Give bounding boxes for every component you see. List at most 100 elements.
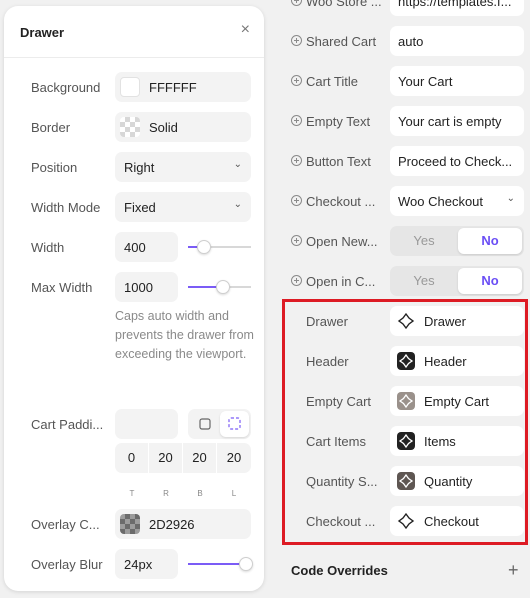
overlay-color-value: 2D2926: [149, 517, 195, 532]
cart-padding-sides: 0 20 20 20: [115, 443, 251, 473]
open-in-toggle[interactable]: Yes No: [390, 266, 524, 296]
shared-cart-input[interactable]: auto: [390, 26, 524, 56]
button-text-label: Button Text: [306, 154, 371, 169]
cart-title-row: Cart Title Your Cart: [276, 66, 530, 96]
width-input[interactable]: 400: [115, 232, 178, 262]
width-mode-label: Width Mode: [31, 200, 101, 215]
woo-store-value: https://templates.f...: [398, 0, 512, 9]
position-select[interactable]: Right ⌄: [115, 152, 251, 182]
position-label: Position: [31, 160, 78, 175]
width-slider[interactable]: [188, 240, 251, 254]
overlay-blur-label: Overlay Blur: [31, 557, 103, 572]
border-value: Solid: [149, 120, 178, 135]
border-row: Border Solid: [0, 112, 260, 142]
panel-header: Drawer ×: [4, 6, 264, 58]
padding-caption-right: R: [163, 489, 169, 498]
padding-sides-icon: [228, 417, 241, 430]
padding-caption-bottom: B: [197, 489, 203, 498]
shared-cart-label: Shared Cart: [306, 34, 377, 49]
border-label: Border: [31, 120, 71, 135]
max-width-row: Max Width 1000: [0, 272, 260, 302]
open-new-no[interactable]: No: [458, 228, 522, 254]
plus-circle-icon[interactable]: [291, 35, 302, 46]
padding-caption-left: L: [231, 489, 237, 498]
overlay-color-field[interactable]: 2D2926: [115, 509, 251, 539]
woo-store-input[interactable]: https://templates.f...: [390, 0, 524, 16]
max-width-slider[interactable]: [188, 280, 251, 294]
width-value: 400: [124, 240, 146, 255]
highlight-box: [282, 299, 528, 545]
background-swatch[interactable]: [120, 77, 140, 97]
open-new-row: Open New... Yes No: [276, 226, 530, 256]
checkout-select[interactable]: Woo Checkout ⌄: [390, 186, 524, 216]
padding-left-input[interactable]: 20: [217, 443, 251, 473]
button-text-row: Button Text Proceed to Check...: [276, 146, 530, 176]
overlay-color-row: Overlay C... 2D2926: [0, 509, 260, 539]
cart-title-input[interactable]: Your Cart: [390, 66, 524, 96]
position-row: Position Right ⌄: [0, 152, 260, 182]
shared-cart-row: Shared Cart auto: [276, 26, 530, 56]
checkout-value: Woo Checkout: [398, 194, 484, 209]
add-override-icon[interactable]: +: [508, 560, 519, 581]
plus-circle-icon[interactable]: [291, 275, 302, 286]
padding-caption-top: T: [129, 489, 135, 498]
padding-individual-option[interactable]: [220, 411, 249, 437]
woo-store-label: Woo Store ...: [306, 0, 382, 9]
overlay-blur-slider[interactable]: [188, 557, 253, 571]
open-new-label: Open New...: [306, 234, 378, 249]
square-icon: [199, 418, 211, 430]
width-slider-handle[interactable]: [196, 240, 211, 254]
button-text-value: Proceed to Check...: [398, 154, 513, 169]
open-new-yes[interactable]: Yes: [392, 228, 456, 254]
overlay-color-swatch[interactable]: [120, 514, 140, 534]
plus-circle-icon[interactable]: [291, 115, 302, 126]
cart-title-label: Cart Title: [306, 74, 359, 89]
checkout-row: Checkout ... Woo Checkout ⌄: [276, 186, 530, 216]
max-width-value: 1000: [124, 280, 153, 295]
code-overrides-title: Code Overrides: [291, 563, 388, 578]
button-text-input[interactable]: Proceed to Check...: [390, 146, 524, 176]
chevron-down-icon: ⌄: [506, 193, 515, 204]
empty-text-input[interactable]: Your cart is empty: [390, 106, 524, 136]
plus-circle-icon[interactable]: [291, 155, 302, 166]
padding-mode-toggle[interactable]: [188, 409, 251, 439]
max-width-input[interactable]: 1000: [115, 272, 178, 302]
open-in-row: Open in C... Yes No: [276, 266, 530, 296]
plus-circle-icon[interactable]: [291, 195, 302, 206]
width-row: Width 400: [0, 232, 260, 262]
empty-text-row: Empty Text Your cart is empty: [276, 106, 530, 136]
chevron-down-icon: ⌄: [233, 159, 242, 170]
background-row: Background FFFFFF: [0, 72, 260, 102]
max-width-help-text: Caps auto width and prevents the drawer …: [115, 309, 254, 361]
padding-bottom-input[interactable]: 20: [183, 443, 217, 473]
empty-text-label: Empty Text: [306, 114, 371, 129]
overlay-blur-slider-fill: [188, 563, 246, 565]
overlay-blur-row: Overlay Blur 24px: [0, 549, 260, 579]
padding-uniform-option[interactable]: [190, 411, 219, 437]
border-style-icon: [120, 117, 140, 137]
open-in-yes[interactable]: Yes: [392, 268, 456, 294]
plus-circle-icon[interactable]: [291, 0, 302, 6]
max-width-slider-handle[interactable]: [215, 280, 230, 294]
chevron-down-icon: ⌄: [233, 199, 242, 210]
padding-right-input[interactable]: 20: [149, 443, 183, 473]
shared-cart-value: auto: [398, 34, 424, 49]
background-color-field[interactable]: FFFFFF: [115, 72, 251, 102]
cart-padding-row: Cart Paddi...: [0, 409, 260, 439]
close-icon[interactable]: ×: [241, 21, 250, 39]
overlay-blur-input[interactable]: 24px: [115, 549, 178, 579]
open-new-toggle[interactable]: Yes No: [390, 226, 524, 256]
position-value: Right: [124, 160, 155, 175]
border-field[interactable]: Solid: [115, 112, 251, 142]
cart-padding-uniform-input[interactable]: [115, 409, 178, 439]
empty-text-value: Your cart is empty: [398, 114, 502, 129]
width-label: Width: [31, 240, 65, 255]
plus-circle-icon[interactable]: [291, 235, 302, 246]
open-in-no[interactable]: No: [458, 268, 522, 294]
padding-top-input[interactable]: 0: [115, 443, 149, 473]
plus-circle-icon[interactable]: [291, 75, 302, 86]
woo-store-row: Woo Store ... https://templates.f...: [276, 0, 530, 16]
width-mode-select[interactable]: Fixed ⌄: [115, 192, 251, 222]
overlay-blur-slider-handle[interactable]: [238, 557, 253, 571]
open-in-label: Open in C...: [306, 274, 376, 289]
